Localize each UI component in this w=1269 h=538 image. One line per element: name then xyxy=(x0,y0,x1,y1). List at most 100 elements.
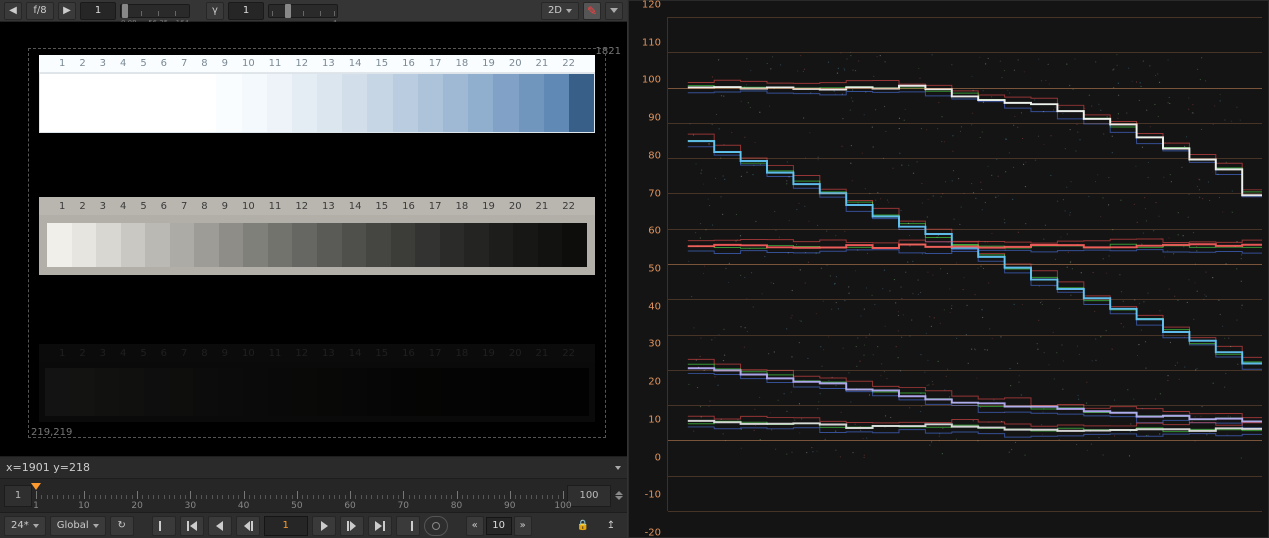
current-frame-input[interactable] xyxy=(264,516,308,536)
patch-cell xyxy=(145,223,170,267)
patch-label: 22 xyxy=(562,58,575,69)
range-start-button[interactable] xyxy=(152,516,176,536)
timeline-tick-label: 50 xyxy=(291,501,302,511)
patch-cell xyxy=(292,368,317,416)
patch-cell xyxy=(166,74,191,132)
patch-label: 15 xyxy=(375,348,388,359)
patch-cell xyxy=(464,223,489,267)
fps-dropdown[interactable]: 24* xyxy=(4,516,46,536)
lock-button[interactable]: 🔒 xyxy=(571,516,595,536)
record-button[interactable] xyxy=(424,516,448,536)
scope-y-label: 120 xyxy=(642,0,661,11)
patch-cell xyxy=(564,368,589,416)
patch-cell xyxy=(538,223,563,267)
scope-y-label: 100 xyxy=(642,75,661,86)
step-back-button[interactable] xyxy=(236,516,260,536)
patch-cell xyxy=(391,368,416,416)
scope-y-label: 50 xyxy=(648,264,661,275)
patch-cell xyxy=(119,368,144,416)
gamma-input[interactable] xyxy=(228,2,264,20)
range-end-button[interactable] xyxy=(396,516,420,536)
next-button[interactable]: ▶ xyxy=(58,2,76,20)
patch-label: 3 xyxy=(100,201,106,212)
step-fwd-button[interactable] xyxy=(340,516,364,536)
range-end-icon xyxy=(403,521,413,531)
patch-cell xyxy=(418,74,443,132)
fstop-input[interactable] xyxy=(80,2,116,20)
patch-label: 13 xyxy=(322,348,335,359)
skip-increment[interactable]: « » xyxy=(466,516,532,536)
go-last-icon xyxy=(375,521,385,531)
patch-cell xyxy=(144,368,169,416)
scope-y-label: 20 xyxy=(648,377,661,388)
loop-icon: ↻ xyxy=(117,520,125,531)
status-dropdown-icon[interactable] xyxy=(615,466,621,470)
skip-value-input[interactable] xyxy=(486,517,512,535)
patch-label: 12 xyxy=(295,348,308,359)
patch-cell xyxy=(465,368,490,416)
view-mode-dropdown[interactable]: 2D xyxy=(541,2,579,20)
patch-cell xyxy=(490,368,515,416)
timeline-tick-label: 70 xyxy=(398,501,409,511)
fstop-slider[interactable]: 0.08 56.25 164 xyxy=(120,4,190,18)
timeline-tick-label: 100 xyxy=(554,501,571,511)
loop-button[interactable]: ↻ xyxy=(110,516,134,536)
scope-plot[interactable] xyxy=(667,17,1262,511)
chevron-down-icon xyxy=(33,524,39,528)
patch-cell xyxy=(96,223,121,267)
patch-cell xyxy=(489,223,514,267)
patch-label: 8 xyxy=(201,201,207,212)
patch-label: 11 xyxy=(269,201,282,212)
patch-label: 18 xyxy=(455,201,468,212)
patch-label: 7 xyxy=(181,201,187,212)
patch-cell xyxy=(569,74,594,132)
patch-label: 22 xyxy=(562,201,575,212)
patch-label: 9 xyxy=(222,348,228,359)
patch-label: 19 xyxy=(482,348,495,359)
patch-label: 1 xyxy=(59,348,65,359)
patch-cell xyxy=(116,74,141,132)
annotate-button[interactable]: ✎ xyxy=(583,2,601,20)
patch-cell xyxy=(519,74,544,132)
patch-cell xyxy=(40,74,65,132)
patch-cell xyxy=(268,368,293,416)
patch-label: 13 xyxy=(322,58,335,69)
viewer-canvas[interactable]: 1821 219,219 123456789101112131415161718… xyxy=(0,22,627,456)
patch-cell xyxy=(493,74,518,132)
timeline-track[interactable]: 1102030405060708090100 xyxy=(36,483,563,509)
out-frame-box[interactable]: 100 xyxy=(567,485,611,507)
patch-label: 20 xyxy=(509,58,522,69)
play-back-button[interactable] xyxy=(208,516,232,536)
playhead-icon[interactable] xyxy=(31,483,41,490)
patch-label: 19 xyxy=(482,58,495,69)
sync-dropdown[interactable]: Global xyxy=(50,516,106,536)
skip-fwd-button[interactable]: » xyxy=(514,516,532,536)
in-frame-box[interactable]: 1 xyxy=(4,485,32,507)
patch-label: 17 xyxy=(429,58,442,69)
skip-back-button[interactable]: « xyxy=(466,516,484,536)
patch-cell xyxy=(393,74,418,132)
patch-cell xyxy=(366,223,391,267)
prev-button[interactable]: ◀ xyxy=(4,2,22,20)
patch-cell xyxy=(391,223,416,267)
patch-label: 10 xyxy=(242,58,255,69)
gamma-slider[interactable]: 4 xyxy=(268,4,338,18)
status-bar: x=1901 y=218 xyxy=(0,456,627,478)
step-fwd-icon xyxy=(347,521,357,531)
scope-y-label: 110 xyxy=(642,37,661,48)
export-button[interactable]: ↥ xyxy=(599,516,623,536)
patch-label: 4 xyxy=(120,58,126,69)
go-first-button[interactable] xyxy=(180,516,204,536)
record-icon xyxy=(432,522,440,530)
scope-y-label: 40 xyxy=(648,301,661,312)
scope-y-label: 30 xyxy=(648,339,661,350)
patch-cell xyxy=(267,74,292,132)
timeline-tick-label: 1 xyxy=(33,501,39,511)
patch-label: 10 xyxy=(242,201,255,212)
timeline-stepper[interactable] xyxy=(615,491,623,500)
expand-button[interactable] xyxy=(605,2,623,20)
play-button[interactable] xyxy=(312,516,336,536)
patch-label: 1 xyxy=(59,58,65,69)
patch-cell xyxy=(65,74,90,132)
go-last-button[interactable] xyxy=(368,516,392,536)
